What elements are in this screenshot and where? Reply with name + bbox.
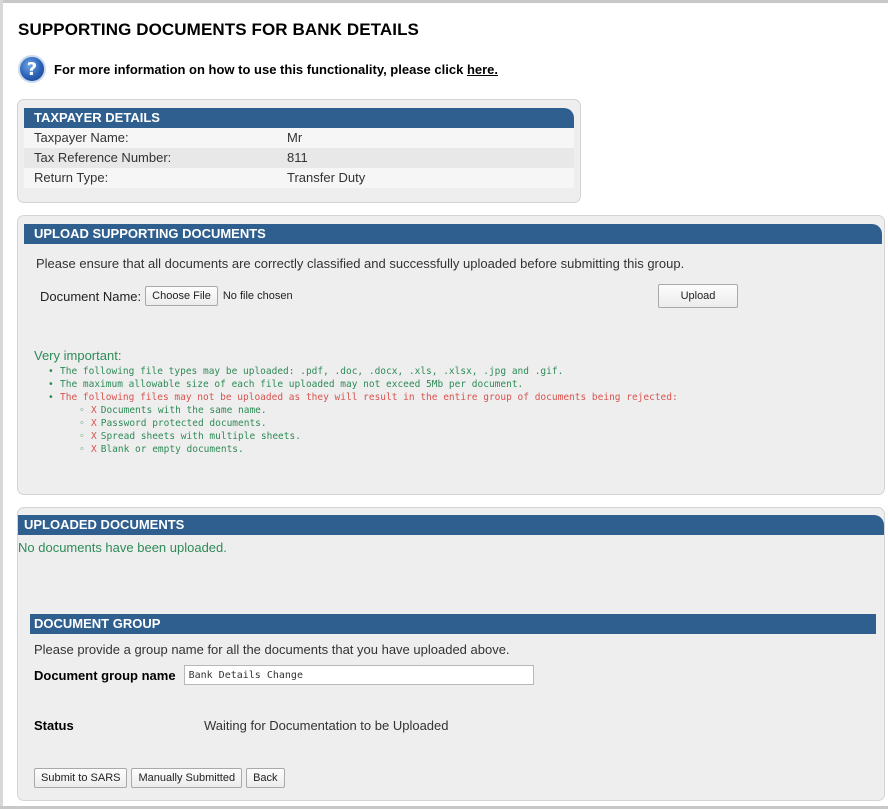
file-status: No file chosen [222, 290, 293, 302]
help-link[interactable]: here. [467, 62, 498, 77]
submit-to-sars-button[interactable]: Submit to SARS [34, 768, 128, 788]
help-question-icon[interactable]: ? [18, 55, 46, 83]
tax-reference-label: Tax Reference Number: [34, 150, 172, 165]
taxpayer-name-row: Taxpayer Name: Mr [24, 128, 574, 148]
upload-button[interactable]: Upload [658, 284, 738, 308]
taxpayer-name-value: Mr [287, 130, 303, 145]
upload-documents-panel: UPLOAD SUPPORTING DOCUMENTS Please ensur… [18, 216, 884, 494]
x-mark-icon: X [91, 444, 97, 455]
group-name-label: Document group name [34, 667, 176, 683]
document-group-header: DOCUMENT GROUP [30, 614, 876, 634]
help-text: For more information on how to use this … [54, 62, 498, 77]
group-name-input[interactable] [183, 665, 534, 685]
help-text-label: For more information on how to use this … [54, 61, 464, 77]
taxpayer-details-panel: TAXPAYER DETAILS Taxpayer Name: Mr Tax R… [18, 100, 580, 202]
tax-reference-value: 811 [287, 150, 308, 165]
x-mark-icon: X [91, 431, 97, 442]
allowed-file-types: The following file types may be uploaded… [48, 365, 678, 378]
uploaded-documents-panel: UPLOADED DOCUMENTS No documents have bee… [18, 508, 884, 800]
status-label: Status [34, 718, 74, 733]
group-name-row: Document group name [34, 665, 534, 685]
uploaded-documents-header: UPLOADED DOCUMENTS [18, 515, 884, 535]
rejection-item: XBlank or empty documents. [79, 443, 301, 456]
page-title: SUPPORTING DOCUMENTS FOR BANK DETAILS [18, 20, 419, 39]
help-row: ? For more information on how to use thi… [18, 55, 498, 83]
action-buttons: Submit to SARS Manually Submitted Back [34, 768, 285, 788]
document-name-row: Document Name: Choose File No file chose… [40, 286, 293, 306]
upload-documents-header: UPLOAD SUPPORTING DOCUMENTS [24, 224, 882, 244]
rejection-item: XPassword protected documents. [79, 417, 301, 430]
return-type-label: Return Type: [34, 170, 109, 185]
return-type-row: Return Type: Transfer Duty [24, 168, 574, 188]
tax-reference-row: Tax Reference Number: 811 [24, 148, 574, 168]
taxpayer-name-label: Taxpayer Name: [34, 130, 129, 145]
manually-submitted-button[interactable]: Manually Submitted [131, 768, 243, 788]
status-value: Waiting for Documentation to be Uploaded [204, 718, 449, 733]
document-name-label: Document Name: [40, 288, 142, 304]
no-documents-message: No documents have been uploaded. [18, 540, 227, 555]
rejection-list: XDocuments with the same name. XPassword… [48, 404, 301, 456]
window-frame-left [0, 0, 3, 809]
very-important-list: The following file types may be uploaded… [18, 365, 678, 404]
x-mark-icon: X [91, 418, 97, 429]
return-type-value: Transfer Duty [287, 170, 366, 185]
rejection-warning: The following files may not be uploaded … [48, 391, 678, 404]
choose-file-button[interactable]: Choose File [145, 286, 218, 306]
x-mark-icon: X [91, 405, 97, 416]
taxpayer-details-header: TAXPAYER DETAILS [24, 108, 574, 128]
window-frame-top [0, 0, 888, 3]
group-instruction: Please provide a group name for all the … [34, 642, 510, 657]
rejection-item: XDocuments with the same name. [79, 404, 301, 417]
max-file-size: The maximum allowable size of each file … [48, 378, 678, 391]
very-important-title: Very important: [34, 348, 122, 363]
rejection-item: XSpread sheets with multiple sheets. [79, 430, 301, 443]
upload-instruction: Please ensure that all documents are cor… [36, 256, 685, 271]
back-button[interactable]: Back [246, 768, 285, 788]
